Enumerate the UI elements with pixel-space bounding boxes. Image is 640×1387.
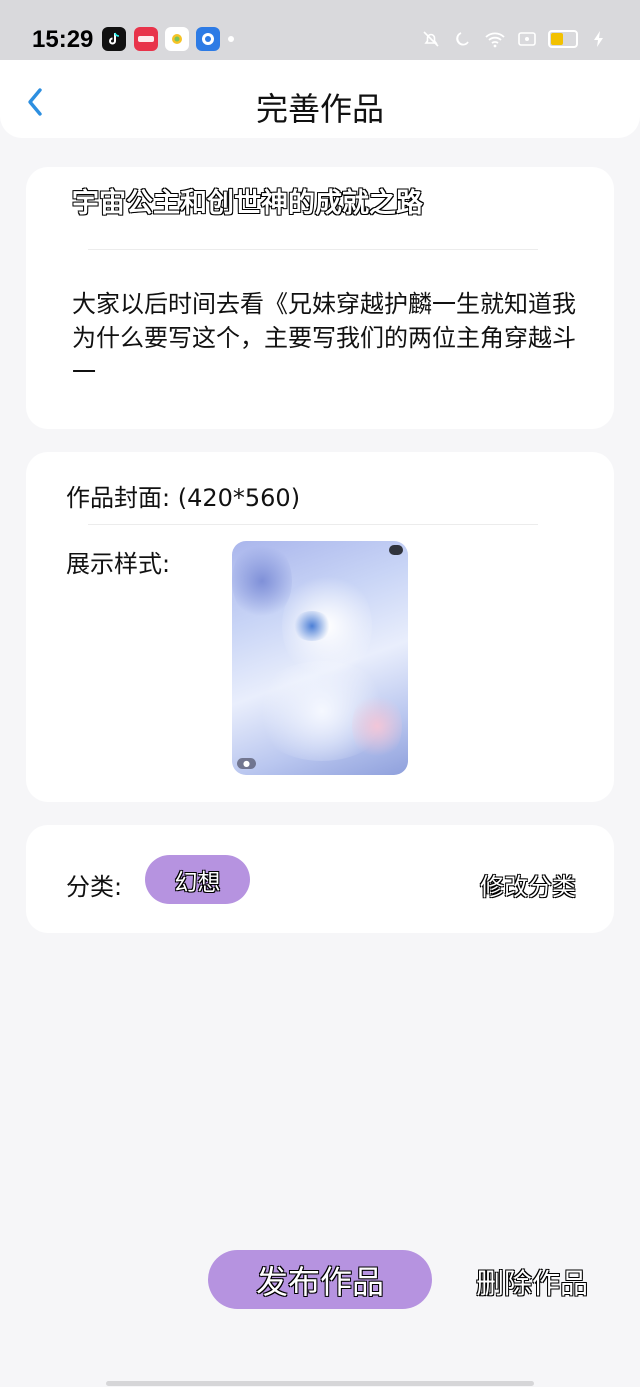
status-bar: 15:29 (0, 0, 640, 60)
edit-category-button[interactable]: 修改分类 (480, 867, 576, 902)
xiaohongshu-icon (134, 27, 158, 51)
work-title-input[interactable]: 宇宙公主和创世神的成就之路 (71, 181, 423, 220)
cover-label: 作品封面: (420*560) (66, 484, 301, 512)
image-count-badge (389, 545, 403, 555)
work-info-card: 宇宙公主和创世神的成就之路 大家以后时间去看《兄妹穿越护麟一生就知道我为什么要写… (26, 167, 614, 429)
moon-icon (452, 28, 474, 50)
category-chip[interactable]: 幻想 (145, 855, 250, 904)
display-style-label: 展示样式: (66, 550, 171, 578)
notification-dot (228, 36, 234, 42)
cover-card: 作品封面: (420*560) 展示样式: ● (26, 452, 614, 802)
sun-app-icon (165, 27, 189, 51)
cover-image[interactable]: ● (232, 541, 408, 775)
divider (88, 249, 538, 250)
mute-bell-icon (420, 28, 442, 50)
wifi-icon (484, 28, 506, 50)
nfc-icon (516, 28, 538, 50)
work-description-input[interactable]: 大家以后时间去看《兄妹穿越护麟一生就知道我为什么要写这个，主要写我们的两位主角穿… (72, 287, 582, 389)
divider (88, 524, 538, 525)
status-time: 15:29 (32, 26, 94, 53)
home-indicator[interactable] (106, 1381, 534, 1386)
circle-app-icon (196, 27, 220, 51)
tiktok-icon (102, 27, 126, 51)
category-card: 分类: 幻想 修改分类 (26, 825, 614, 933)
battery-icon (548, 30, 578, 48)
status-icons (420, 28, 610, 50)
image-tag: ● (237, 758, 256, 769)
delete-button[interactable]: 删除作品 (476, 1262, 588, 1302)
page-title: 完善作品 (255, 90, 384, 128)
charging-icon (588, 28, 610, 50)
publish-button[interactable]: 发布作品 (208, 1250, 432, 1309)
nav-bar: 完善作品 (0, 60, 640, 138)
category-label: 分类: (66, 873, 123, 901)
